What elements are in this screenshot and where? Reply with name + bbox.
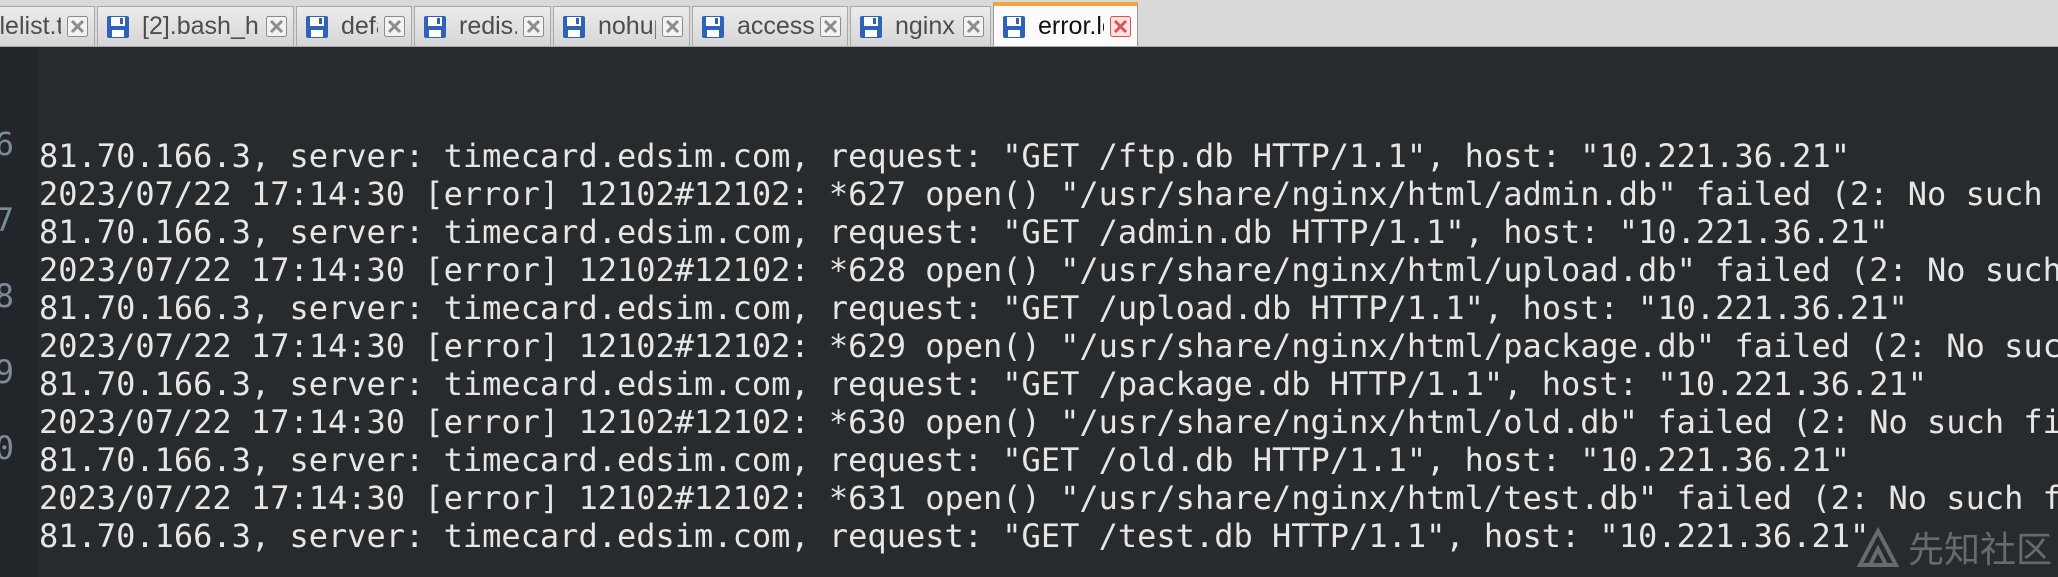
- close-icon[interactable]: [820, 16, 841, 37]
- floppy-disk-icon: [860, 15, 882, 38]
- watermark-text: 先知社区: [1907, 530, 2052, 571]
- tab-label: redis.conf: [459, 12, 517, 40]
- floppy-disk-icon: [563, 15, 585, 38]
- tab-bar: filelist.txt [2].bash_history default: [0, 0, 2058, 47]
- tab-label: default: [341, 12, 378, 40]
- tab-label: nohup.log: [598, 12, 656, 40]
- tab-nginx-conf[interactable]: nginx.conf: [850, 6, 991, 46]
- xianzhi-logo-icon: [1856, 526, 1900, 567]
- floppy-disk-icon: [306, 15, 328, 38]
- tab-label: nginx.conf: [895, 12, 957, 40]
- tab-redis-conf[interactable]: redis.conf: [414, 6, 551, 46]
- close-icon[interactable]: [266, 16, 287, 37]
- floppy-disk-icon: [424, 15, 446, 38]
- tab-label: [2].bash_history: [142, 12, 260, 40]
- close-icon[interactable]: [963, 16, 984, 37]
- text-editor[interactable]: 81.70.166.3, server: timecard.edsim.com,…: [0, 47, 2058, 577]
- floppy-disk-icon: [1003, 15, 1025, 38]
- tab-bash-history[interactable]: [2].bash_history: [97, 6, 294, 46]
- tab-label: access.log.1: [737, 12, 814, 40]
- close-icon[interactable]: [1110, 16, 1131, 37]
- line-text: 81.70.166.3, server: timecard.edsim.com,…: [39, 517, 1870, 555]
- close-icon[interactable]: [523, 16, 544, 37]
- floppy-disk-icon: [702, 15, 724, 38]
- close-icon[interactable]: [662, 16, 683, 37]
- tab-label: filelist.txt: [0, 12, 61, 40]
- tab-nohup-log[interactable]: nohup.log: [553, 6, 690, 46]
- close-icon[interactable]: [67, 16, 88, 37]
- floppy-disk-icon: [107, 15, 129, 38]
- tab-error-log[interactable]: error.log.1: [993, 2, 1138, 46]
- tab-default[interactable]: default: [296, 6, 412, 46]
- close-icon[interactable]: [384, 16, 405, 37]
- tab-label: error.log.1: [1038, 12, 1104, 40]
- code-line[interactable]: 81.70.166.3, server: timecard.edsim.com,…: [0, 411, 2058, 555]
- tab-access-log[interactable]: access.log.1: [692, 6, 848, 46]
- watermark: 先知社区: [1856, 521, 2052, 573]
- tab-filelist[interactable]: filelist.txt: [0, 6, 95, 46]
